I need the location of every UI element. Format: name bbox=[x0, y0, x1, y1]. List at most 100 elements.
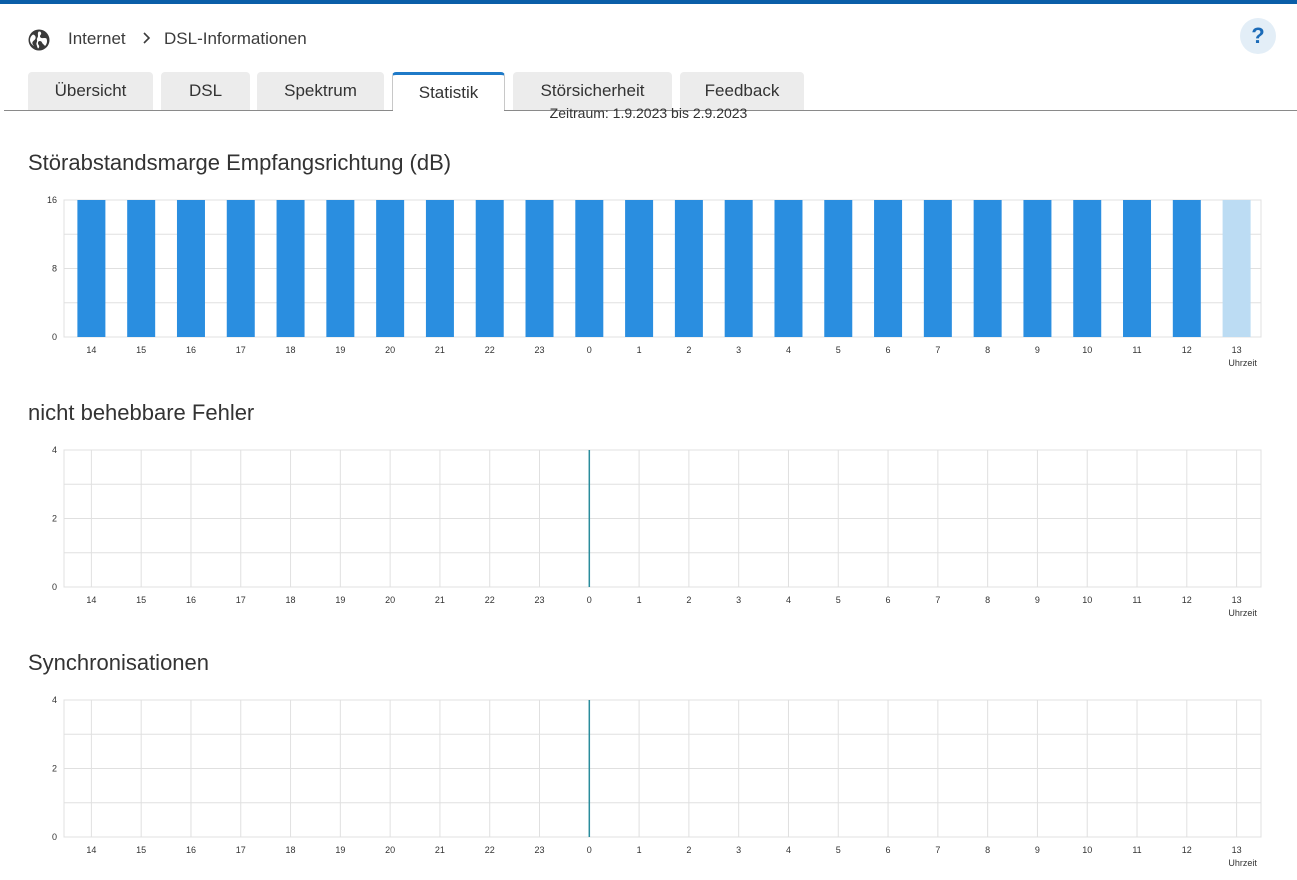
bar bbox=[525, 200, 554, 337]
x-tick-label: 2 bbox=[686, 595, 691, 605]
snr-margin-chart: 081614 15 16 17 18 19 20 21 22 23 0 1 2 3 4 5 6 7 8 9 10 11 12… bbox=[47, 195, 1262, 368]
x-tick-label: 11 bbox=[1132, 845, 1141, 855]
x-tick-label: 16 bbox=[186, 345, 196, 355]
x-tick-label: 3 bbox=[736, 345, 741, 355]
bar bbox=[625, 200, 654, 337]
y-tick-label: 2 bbox=[52, 764, 57, 774]
x-tick-label: 18 bbox=[286, 345, 296, 355]
bar bbox=[1172, 200, 1201, 337]
x-tick-label: 6 bbox=[886, 595, 891, 605]
y-tick-label: 0 bbox=[52, 332, 57, 342]
x-axis-label: Uhrzeit bbox=[1228, 608, 1257, 618]
bar bbox=[724, 200, 753, 337]
tab-statistik[interactable]: Statistik bbox=[392, 72, 505, 112]
bar bbox=[1123, 200, 1152, 337]
bar bbox=[874, 200, 903, 337]
bar bbox=[973, 200, 1002, 337]
globe-icon bbox=[28, 29, 50, 51]
chevron-right-icon bbox=[143, 32, 151, 44]
y-tick-label: 8 bbox=[52, 264, 57, 274]
x-tick-label: 22 bbox=[485, 595, 495, 605]
bar bbox=[674, 200, 703, 337]
x-tick-label: 16 bbox=[186, 845, 196, 855]
breadcrumb-internet[interactable]: Internet bbox=[68, 29, 126, 49]
x-tick-label: 1 bbox=[637, 345, 642, 355]
x-tick-label: 16 bbox=[186, 595, 196, 605]
chart-title-snr: Störabstandsmarge Empfangsrichtung (dB) bbox=[28, 150, 452, 175]
x-tick-label: 23 bbox=[535, 595, 545, 605]
x-tick-label: 19 bbox=[335, 595, 345, 605]
y-tick-label: 0 bbox=[52, 832, 57, 842]
x-tick-label: 23 bbox=[535, 345, 545, 355]
bar bbox=[475, 200, 504, 337]
x-tick-label: 17 bbox=[236, 345, 246, 355]
chart-title-errors: nicht behebbare Fehler bbox=[28, 400, 255, 425]
bar bbox=[1073, 200, 1102, 337]
x-tick-label: 4 bbox=[786, 595, 791, 605]
x-tick-label: 9 bbox=[1035, 595, 1040, 605]
x-tick-label: 18 bbox=[286, 595, 296, 605]
x-tick-label: 3 bbox=[736, 595, 741, 605]
bar bbox=[226, 200, 255, 337]
x-tick-label: 14 bbox=[86, 845, 96, 855]
chart-title-syncs: Synchronisationen bbox=[28, 650, 210, 675]
bar bbox=[923, 200, 952, 337]
x-tick-label: 8 bbox=[985, 345, 990, 355]
x-tick-label: 11 bbox=[1132, 345, 1141, 355]
x-tick-label: 20 bbox=[385, 595, 395, 605]
x-tick-label: 4 bbox=[786, 345, 791, 355]
page-header: Internet DSL-Informationen ? Übersicht D… bbox=[0, 4, 1297, 112]
uncorrectable-errors-chart: 02414 15 16 17 18 19 20 21 22 23 0 1 2 3 4 5 6 7 8 9 10 11 12 1… bbox=[52, 445, 1262, 618]
help-button[interactable]: ? bbox=[1240, 18, 1276, 54]
x-tick-label: 20 bbox=[385, 345, 395, 355]
x-tick-label: 10 bbox=[1082, 595, 1092, 605]
synchronizations-chart: 02414 15 16 17 18 19 20 21 22 23 0 1 2 3 4 5 6 7 8 9 10 11 12 1… bbox=[52, 695, 1262, 868]
x-tick-label: 3 bbox=[736, 845, 741, 855]
x-tick-label: 6 bbox=[886, 845, 891, 855]
x-tick-label: 9 bbox=[1035, 845, 1040, 855]
bar bbox=[276, 200, 305, 337]
x-tick-label: 1 bbox=[637, 595, 642, 605]
y-tick-label: 2 bbox=[52, 514, 57, 524]
x-tick-label: 5 bbox=[836, 845, 841, 855]
x-tick-label: 17 bbox=[236, 595, 246, 605]
bar bbox=[425, 200, 454, 337]
x-tick-label: 20 bbox=[385, 845, 395, 855]
x-tick-label: 23 bbox=[535, 845, 545, 855]
bar bbox=[376, 200, 405, 337]
x-tick-label: 4 bbox=[786, 845, 791, 855]
x-tick-label: 21 bbox=[435, 595, 445, 605]
bar-current-hour bbox=[1222, 200, 1251, 337]
x-tick-label: 0 bbox=[587, 345, 592, 355]
bar bbox=[326, 200, 355, 337]
x-tick-label: 2 bbox=[686, 345, 691, 355]
x-tick-label: 7 bbox=[935, 345, 940, 355]
x-tick-label: 17 bbox=[236, 845, 246, 855]
x-tick-label: 12 bbox=[1182, 345, 1192, 355]
x-tick-label: 22 bbox=[485, 845, 495, 855]
bar bbox=[575, 200, 604, 337]
x-tick-label: 15 bbox=[136, 345, 146, 355]
bar bbox=[824, 200, 853, 337]
x-tick-label: 18 bbox=[286, 845, 296, 855]
x-tick-label: 6 bbox=[886, 345, 891, 355]
x-tick-label: 19 bbox=[335, 345, 345, 355]
x-tick-label: 10 bbox=[1082, 345, 1092, 355]
x-tick-label: 8 bbox=[985, 595, 990, 605]
x-axis-label: Uhrzeit bbox=[1228, 858, 1257, 868]
x-tick-label: 5 bbox=[836, 595, 841, 605]
x-tick-label: 15 bbox=[136, 595, 146, 605]
x-tick-label: 12 bbox=[1182, 595, 1192, 605]
y-tick-label: 4 bbox=[52, 445, 57, 455]
x-tick-label: 14 bbox=[86, 595, 96, 605]
bar bbox=[176, 200, 205, 337]
bar bbox=[1023, 200, 1052, 337]
x-tick-label: 21 bbox=[435, 845, 445, 855]
x-tick-label: 5 bbox=[836, 345, 841, 355]
y-tick-label: 4 bbox=[52, 695, 57, 705]
x-tick-label: 13 bbox=[1232, 345, 1242, 355]
period-label: Zeitraum: 1.9.2023 bis 2.9.2023 bbox=[549, 105, 748, 121]
x-tick-label: 15 bbox=[136, 845, 146, 855]
x-tick-label: 21 bbox=[435, 345, 445, 355]
x-tick-label: 12 bbox=[1182, 845, 1192, 855]
